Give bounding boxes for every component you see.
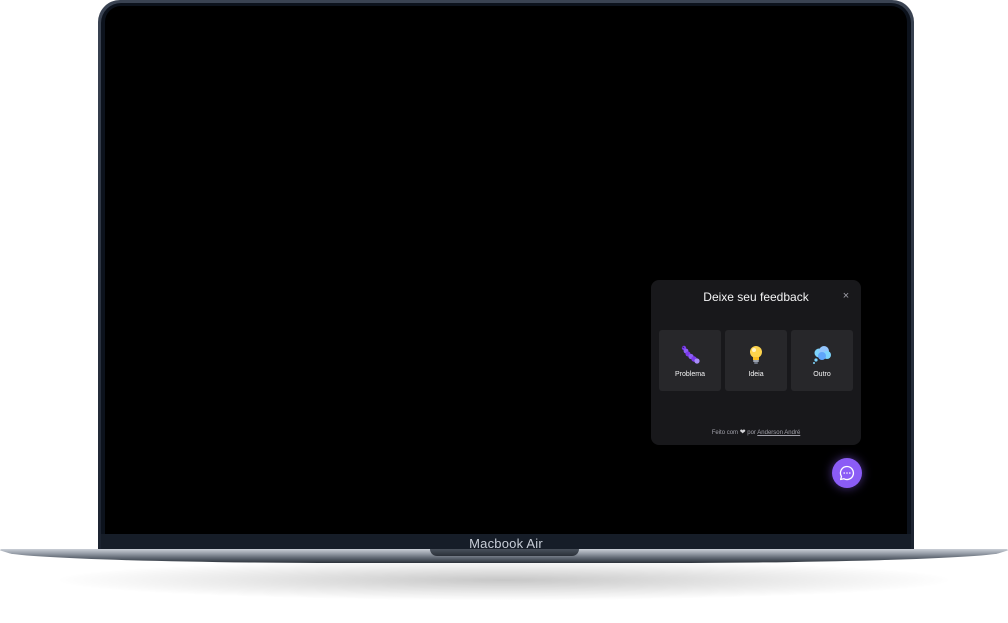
footer-middle: por (747, 430, 756, 436)
footer-prefix: Feito com (711, 430, 739, 436)
option-label: Problema (675, 370, 705, 378)
option-problema[interactable]: Problema (659, 330, 721, 391)
feedback-fab-button[interactable] (832, 458, 862, 488)
laptop-lid: Deixe seu feedback × Problema Ideia Outr… (98, 0, 914, 552)
close-button[interactable]: × (840, 290, 852, 302)
bug-icon (681, 345, 700, 364)
lightbulb-icon (750, 345, 762, 364)
thought-bubble-icon (813, 345, 831, 364)
author-link[interactable]: Anderson André (757, 430, 800, 436)
heart-icon: ❤ (739, 429, 746, 436)
laptop-shadow (60, 560, 948, 600)
option-outro[interactable]: Outro (791, 330, 853, 391)
screen: Deixe seu feedback × Problema Ideia Outr… (105, 6, 907, 534)
screen-bezel: Deixe seu feedback × Problema Ideia Outr… (101, 3, 911, 552)
option-label: Ideia (748, 370, 764, 378)
laptop-notch (430, 549, 579, 556)
widget-header: Deixe seu feedback × (651, 280, 861, 312)
option-label: Outro (813, 370, 831, 378)
feedback-options: Problema Ideia Outro (659, 330, 853, 391)
widget-footer: Feito com ❤ por Anderson André (651, 428, 861, 436)
widget-title: Deixe seu feedback (703, 290, 809, 304)
option-ideia[interactable]: Ideia (725, 330, 787, 391)
feedback-widget: Deixe seu feedback × Problema Ideia Outr… (651, 280, 861, 445)
chat-icon (839, 465, 855, 481)
